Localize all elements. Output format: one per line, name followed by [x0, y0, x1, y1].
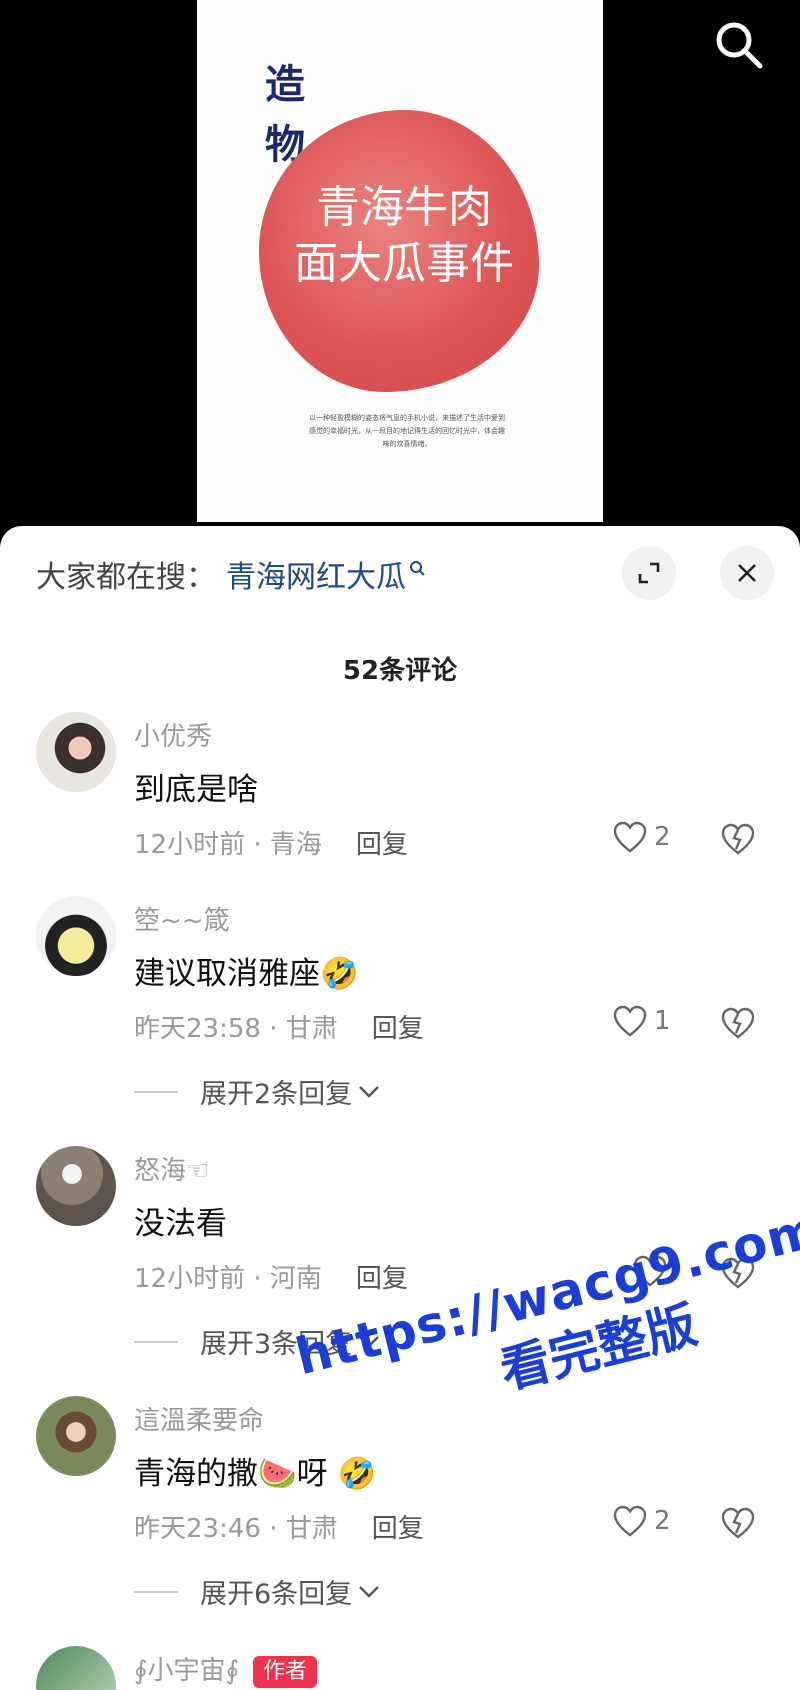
comment-text: 青海的撒🍉呀 🤣 — [134, 1456, 377, 1492]
expand-icon — [638, 562, 660, 584]
comment-count: 52条评论 — [342, 656, 458, 686]
suggestion-label: 大家都在搜： — [36, 560, 216, 595]
avatar[interactable] — [36, 712, 116, 792]
dislike-button[interactable] — [720, 1006, 756, 1044]
dislike-button[interactable] — [720, 822, 756, 860]
comment-username[interactable]: 小优秀 — [134, 716, 212, 753]
comment-meta: 12小时前 · 河南 回复 — [134, 1258, 408, 1295]
search-button[interactable] — [712, 18, 766, 72]
suggestion-keyword[interactable]: 青海网红大瓜 — [226, 560, 406, 595]
mini-search-icon — [408, 552, 426, 587]
like-count: 2 — [654, 822, 671, 852]
expand-replies-button[interactable]: 展开2条回复 — [134, 1072, 380, 1111]
broken-heart-icon — [721, 1507, 755, 1539]
close-button[interactable] — [720, 546, 774, 600]
chevron-down-icon — [359, 1085, 380, 1098]
like-button[interactable]: 2 — [612, 1504, 671, 1538]
poster-headline: 青海牛肉 面大瓜事件 — [259, 180, 549, 292]
comment-sheet: 大家都在搜： 青海网红大瓜 52条评论 小优秀 到底是啥 12小时前 · 青海 回复 — [0, 526, 800, 1690]
like-count: 1 — [654, 1006, 671, 1036]
comment-username-text: ∮小宇宙∮ — [134, 1656, 240, 1686]
comment-username[interactable]: 箜~~箴 — [134, 900, 230, 937]
comment-time-location: 12小时前 · 河南 — [134, 1264, 322, 1294]
comment-time-location: 昨天23:46 · 甘肃 — [134, 1514, 338, 1544]
reply-button[interactable]: 回复 — [372, 1014, 424, 1044]
comment-time-location: 昨天23:58 · 甘肃 — [134, 1014, 338, 1044]
comment-meta: 12小时前 · 青海 回复 — [134, 824, 408, 861]
broken-heart-icon — [721, 823, 755, 855]
reply-button[interactable]: 回复 — [372, 1514, 424, 1544]
like-button[interactable]: 1 — [612, 1004, 671, 1038]
avatar[interactable] — [36, 1396, 116, 1476]
heart-icon — [613, 1005, 647, 1037]
expand-replies-label: 展开6条回复 — [200, 1579, 353, 1610]
poster-small-text: 以一种轻盈模糊的姿态将气息的手机小说，来描述了生活中爱到感觉的幸福时光，从一段目… — [309, 414, 505, 448]
comment-text: 没法看 — [134, 1206, 227, 1242]
like-count: 2 — [654, 1506, 671, 1536]
chevron-down-icon — [359, 1335, 380, 1348]
dislike-button[interactable] — [720, 1256, 756, 1294]
author-badge: 作者 — [253, 1655, 318, 1688]
comment-meta: 昨天23:58 · 甘肃 回复 — [134, 1008, 424, 1045]
expand-replies-label: 展开2条回复 — [200, 1079, 353, 1110]
broken-heart-icon — [721, 1257, 755, 1289]
expand-replies-button[interactable]: 展开3条回复 — [134, 1322, 380, 1361]
video-poster: 造物 青海牛肉 面大瓜事件 以一种轻盈模糊的姿态将气息的手机小说，来描述了生活中… — [197, 0, 603, 522]
close-icon — [738, 564, 756, 582]
comment-username[interactable]: 這溫柔要命 — [134, 1400, 264, 1437]
comment-username[interactable]: 怒海☜ — [134, 1150, 209, 1187]
comment-text: 建议取消雅座🤣 — [134, 956, 359, 992]
search-icon — [716, 22, 763, 69]
heart-icon — [633, 1255, 667, 1287]
comment-time-location: 12小时前 · 青海 — [134, 830, 322, 860]
video-player[interactable]: 造物 青海牛肉 面大瓜事件 以一种轻盈模糊的姿态将气息的手机小说，来描述了生活中… — [0, 0, 800, 535]
expand-divider — [134, 1090, 178, 1093]
poster-headline-line2: 面大瓜事件 — [294, 238, 514, 289]
screen: 造物 青海牛肉 面大瓜事件 以一种轻盈模糊的姿态将气息的手机小说，来描述了生活中… — [0, 0, 800, 1690]
avatar[interactable] — [36, 1646, 116, 1690]
comment-username[interactable]: ∮小宇宙∮ 作者 — [134, 1650, 318, 1688]
heart-icon — [613, 1505, 647, 1537]
fullscreen-button[interactable] — [622, 546, 676, 600]
search-suggestion[interactable]: 大家都在搜： 青海网红大瓜 — [36, 552, 426, 596]
chevron-down-icon — [359, 1585, 380, 1598]
avatar[interactable] — [36, 1146, 116, 1226]
heart-icon — [613, 821, 647, 853]
expand-replies-button[interactable]: 展开6条回复 — [134, 1572, 380, 1611]
expand-divider — [134, 1340, 178, 1343]
expand-divider — [134, 1590, 178, 1593]
dislike-button[interactable] — [720, 1506, 756, 1544]
expand-replies-label: 展开3条回复 — [200, 1329, 353, 1360]
broken-heart-icon — [721, 1007, 755, 1039]
like-button[interactable]: 2 — [612, 820, 671, 854]
like-button[interactable] — [632, 1254, 674, 1288]
reply-button[interactable]: 回复 — [356, 830, 408, 860]
reply-button[interactable]: 回复 — [356, 1264, 408, 1294]
comment-text: 到底是啥 — [134, 772, 258, 808]
avatar[interactable] — [36, 896, 116, 976]
poster-headline-line1: 青海牛肉 — [316, 182, 492, 233]
comment-meta: 昨天23:46 · 甘肃 回复 — [134, 1508, 424, 1545]
